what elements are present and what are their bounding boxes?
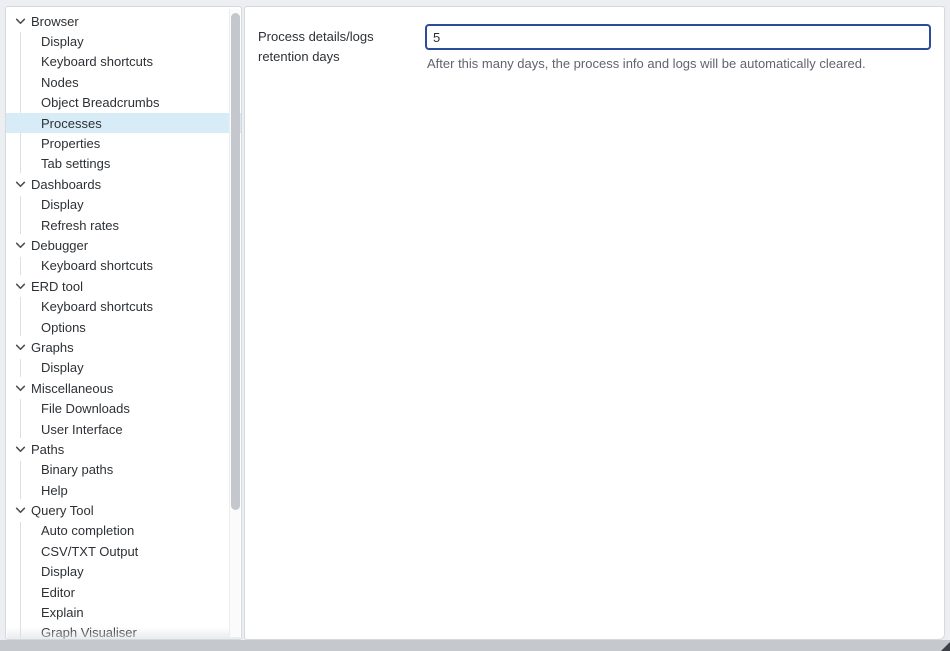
tree-item-browser-properties[interactable]: Properties <box>6 133 227 153</box>
tree-group-label: Query Tool <box>31 503 94 518</box>
tree-item-erd-tool-options[interactable]: Options <box>6 317 227 337</box>
chevron-down-icon[interactable] <box>14 341 26 353</box>
retention-days-field-row: Process details/logs retention days Afte… <box>245 7 944 71</box>
tree-group-label: Debugger <box>31 238 88 253</box>
retention-days-helper-text: After this many days, the process info a… <box>425 56 931 71</box>
tree-children-graphs: Display <box>6 358 227 378</box>
tree-item-miscellaneous-file-downloads[interactable]: File Downloads <box>6 398 227 418</box>
tree-item-graphs-display[interactable]: Display <box>6 358 227 378</box>
tree-item-query-tool-graph-visualiser[interactable]: Graph Visualiser <box>6 623 227 640</box>
retention-days-control: After this many days, the process info a… <box>425 24 931 71</box>
sidebar-scrollbar-thumb[interactable] <box>231 13 240 510</box>
tree-group-label: Dashboards <box>31 177 101 192</box>
tree-group-query-tool[interactable]: Query Tool <box>6 500 227 520</box>
tree-item-browser-display[interactable]: Display <box>6 31 227 51</box>
tree-group-browser[interactable]: Browser <box>6 11 227 31</box>
preferences-detail-panel: Process details/logs retention days Afte… <box>244 6 945 640</box>
tree-group-label: ERD tool <box>31 279 83 294</box>
tree-group-label: Browser <box>31 14 79 29</box>
tree-item-debugger-keyboard-shortcuts[interactable]: Keyboard shortcuts <box>6 256 227 276</box>
preferences-tree: BrowserDisplayKeyboard shortcutsNodesObj… <box>6 7 241 640</box>
tree-group-erd-tool[interactable]: ERD tool <box>6 276 227 296</box>
tree-group-label: Miscellaneous <box>31 381 113 396</box>
tree-item-dashboards-display[interactable]: Display <box>6 195 227 215</box>
tree-group-debugger[interactable]: Debugger <box>6 235 227 255</box>
tree-children-query-tool: Auto completionCSV/TXT OutputDisplayEdit… <box>6 521 227 640</box>
tree-children-browser: DisplayKeyboard shortcutsNodesObject Bre… <box>6 31 227 174</box>
chevron-down-icon[interactable] <box>14 505 26 517</box>
chevron-down-icon[interactable] <box>14 382 26 394</box>
preferences-sidebar: BrowserDisplayKeyboard shortcutsNodesObj… <box>5 6 242 640</box>
chevron-down-icon[interactable] <box>14 15 26 27</box>
tree-item-paths-binary-paths[interactable]: Binary paths <box>6 460 227 480</box>
tree-group-label: Paths <box>31 442 64 457</box>
resize-grip-icon[interactable] <box>941 642 950 651</box>
tree-item-query-tool-auto-completion[interactable]: Auto completion <box>6 521 227 541</box>
tree-item-browser-object-breadcrumbs[interactable]: Object Breadcrumbs <box>6 93 227 113</box>
chevron-down-icon[interactable] <box>14 178 26 190</box>
tree-item-browser-processes[interactable]: Processes <box>6 113 241 133</box>
tree-group-dashboards[interactable]: Dashboards <box>6 174 227 194</box>
tree-item-query-tool-explain[interactable]: Explain <box>6 602 227 622</box>
chevron-down-icon[interactable] <box>14 280 26 292</box>
tree-group-label: Graphs <box>31 340 74 355</box>
tree-item-paths-help[interactable]: Help <box>6 480 227 500</box>
chevron-down-icon[interactable] <box>14 443 26 455</box>
retention-days-input[interactable] <box>425 24 931 50</box>
tree-children-paths: Binary pathsHelp <box>6 460 227 501</box>
tree-item-query-tool-csv-txt-output[interactable]: CSV/TXT Output <box>6 541 227 561</box>
tree-item-browser-nodes[interactable]: Nodes <box>6 72 227 92</box>
tree-group-paths[interactable]: Paths <box>6 439 227 459</box>
chevron-down-icon[interactable] <box>14 239 26 251</box>
tree-item-dashboards-refresh-rates[interactable]: Refresh rates <box>6 215 227 235</box>
tree-item-erd-tool-keyboard-shortcuts[interactable]: Keyboard shortcuts <box>6 296 227 316</box>
retention-days-label: Process details/logs retention days <box>258 24 425 71</box>
tree-item-browser-keyboard-shortcuts[interactable]: Keyboard shortcuts <box>6 52 227 72</box>
tree-item-query-tool-editor[interactable]: Editor <box>6 582 227 602</box>
tree-item-miscellaneous-user-interface[interactable]: User Interface <box>6 419 227 439</box>
dialog-bottom-edge <box>0 640 950 651</box>
tree-children-debugger: Keyboard shortcuts <box>6 256 227 276</box>
tree-item-query-tool-display[interactable]: Display <box>6 562 227 582</box>
tree-group-graphs[interactable]: Graphs <box>6 337 227 357</box>
tree-item-browser-tab-settings[interactable]: Tab settings <box>6 154 227 174</box>
tree-children-dashboards: DisplayRefresh rates <box>6 195 227 236</box>
sidebar-scrollbar-track[interactable] <box>229 9 240 637</box>
tree-children-miscellaneous: File DownloadsUser Interface <box>6 398 227 439</box>
tree-children-erd-tool: Keyboard shortcutsOptions <box>6 296 227 337</box>
preferences-dialog-body: BrowserDisplayKeyboard shortcutsNodesObj… <box>5 6 945 640</box>
tree-group-miscellaneous[interactable]: Miscellaneous <box>6 378 227 398</box>
